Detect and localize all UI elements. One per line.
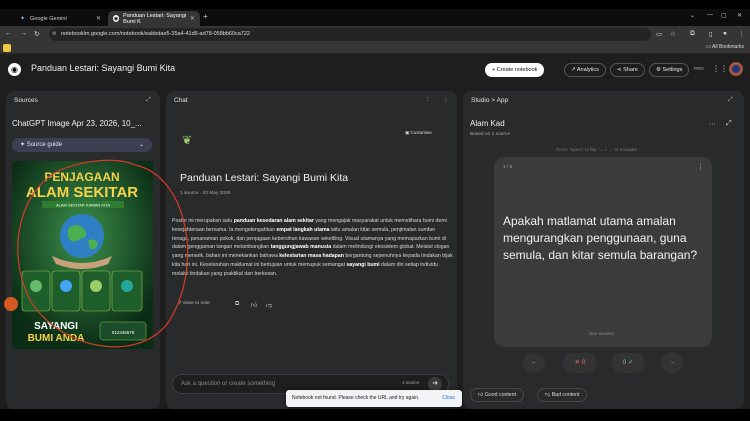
screen: ✦ Google Gemini ✕ ◉ Panduan Lestari: Say… <box>0 0 750 421</box>
toast-close-button[interactable]: Close <box>442 390 455 407</box>
toast-message: Notebook not found. Please check the URL… <box>292 395 420 401</box>
annotation-overlay <box>17 159 189 348</box>
error-toast: Notebook not found. Please check the URL… <box>286 390 462 407</box>
annotation-circle <box>17 159 189 348</box>
pointer-cursor <box>4 297 18 311</box>
